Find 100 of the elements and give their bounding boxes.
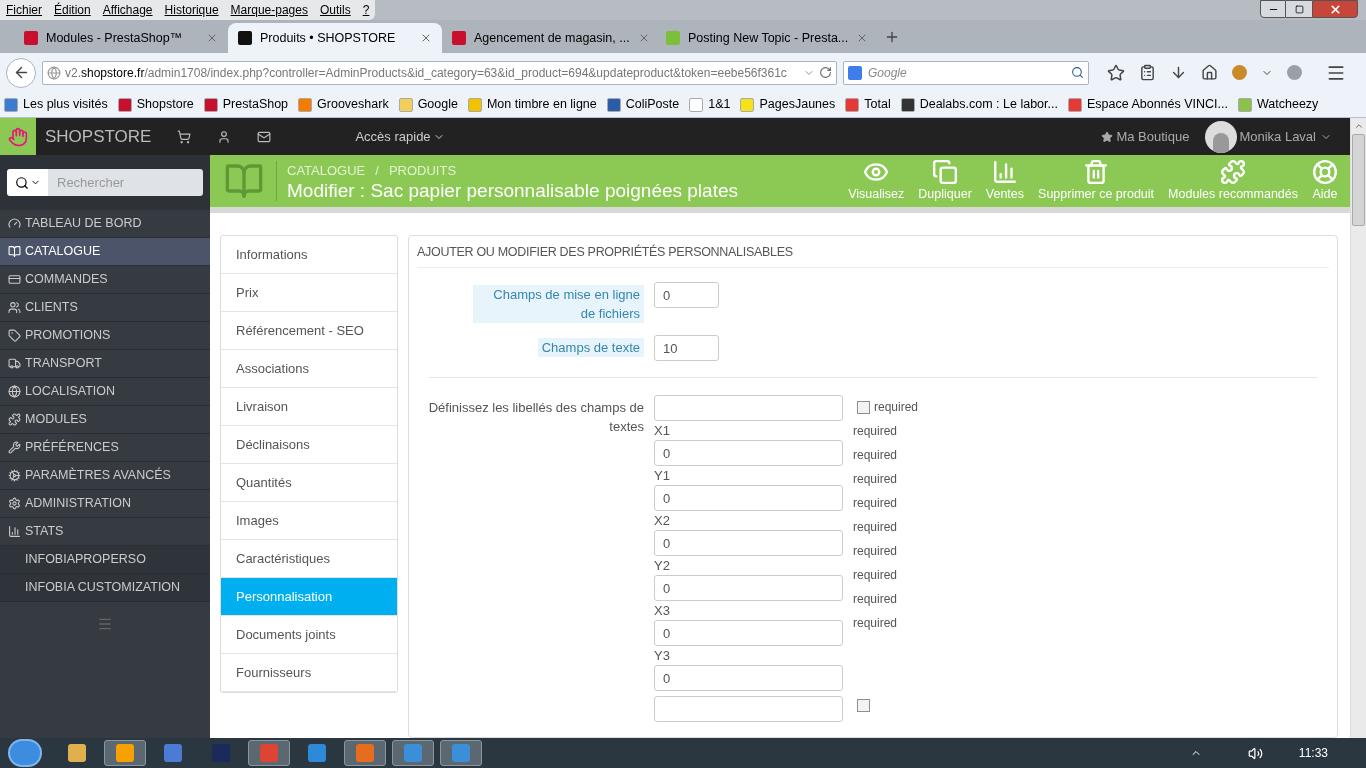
sidebar-item[interactable]: LOCALISATION [0, 378, 210, 406]
new-tab-icon[interactable] [884, 29, 900, 45]
clock[interactable]: 11:33 [1298, 744, 1328, 762]
sidebar-item[interactable]: PRÉFÉRENCES [0, 434, 210, 462]
gear-icon [8, 497, 21, 510]
search-field[interactable]: Google [843, 60, 1089, 85]
bookmark-link[interactable]: Grooveshark [317, 95, 389, 114]
product-tab[interactable]: Informations [221, 236, 397, 274]
number-field[interactable]: 10 [654, 335, 719, 361]
text-field[interactable]: 0 [654, 440, 843, 466]
menu-item[interactable]: Affichage [102, 1, 153, 19]
sidebar-item[interactable]: PROMOTIONS [0, 322, 210, 350]
product-tab[interactable]: Fournisseurs [221, 654, 397, 692]
product-tab[interactable]: Référencement - SEO [221, 312, 397, 350]
sidebar-item[interactable]: CATALOGUE [0, 238, 210, 266]
gauge-icon [8, 217, 21, 230]
sidebar-item[interactable]: INFOBIAPROPERSO [0, 546, 210, 574]
browser-tab[interactable]: Produits • SHOPSTORE [228, 23, 442, 53]
text-field[interactable] [654, 395, 843, 421]
home-icon[interactable] [1201, 64, 1218, 81]
sidebar-item[interactable]: COMMANDES [0, 266, 210, 294]
sidebar-item[interactable]: PARAMÈTRES AVANCÉS [0, 462, 210, 490]
scroll-thumb[interactable] [1352, 134, 1365, 226]
scroll-up-icon[interactable] [1353, 121, 1364, 131]
menu-item[interactable]: Édition [54, 1, 91, 19]
bookmark-link[interactable]: Dealabs.com : Le labor... [919, 95, 1058, 114]
bookmark-link[interactable]: Total [864, 95, 891, 114]
text-field[interactable]: 0 [654, 620, 843, 646]
bookmark-link[interactable]: PrestaShop [222, 95, 289, 114]
product-tab[interactable]: Déclinaisons [221, 426, 397, 464]
tag-icon [8, 329, 21, 342]
product-tab[interactable]: Documents joints [221, 616, 397, 654]
bookmark-star-icon[interactable] [1107, 63, 1125, 82]
download-icon[interactable] [1170, 64, 1187, 81]
breadcrumb-separator: / [375, 162, 379, 180]
user-icon[interactable] [217, 129, 232, 144]
text-field[interactable]: 0 [654, 530, 843, 556]
speaker-icon[interactable] [1247, 745, 1263, 761]
section-label: Définissez les libellés des champs de textes [428, 400, 644, 434]
close-button[interactable] [1312, 0, 1358, 18]
page-title: Modifier : Sac papier personnalisable poignées plates [287, 181, 738, 201]
back-button[interactable] [6, 57, 36, 88]
shop-link[interactable]: Ma Boutique [1101, 126, 1190, 147]
scrollbar[interactable] [1350, 118, 1366, 738]
site-icon [606, 97, 621, 112]
address-bar[interactable]: v2.shopstore.fr/admin1708/index.php?controller=AdminProducts&id_category=63&id_product=694&updateproduct&token=eebe56f361c [42, 60, 837, 85]
required-label: required [853, 519, 898, 536]
menu-item[interactable]: ? [362, 1, 370, 19]
brand-name[interactable]: SHOPSTORE [45, 123, 152, 150]
reload-icon[interactable] [819, 66, 832, 79]
globe-icon [8, 385, 21, 398]
bookmark-link[interactable]: Shopstore [136, 95, 194, 114]
sidebar-item[interactable]: CLIENTS [0, 294, 210, 322]
cart-icon[interactable] [177, 129, 192, 144]
url-text: v2.shopstore.fr/admin1708/index.php?controller=AdminProducts&id_category=63&id_product=694&updateproduct&token=eebe56f361c [65, 64, 787, 82]
logo-icon[interactable] [0, 118, 36, 155]
bookmark-link[interactable]: 1&1 [708, 95, 731, 114]
checkbox[interactable] [857, 400, 870, 414]
restore-button[interactable] [1286, 0, 1312, 18]
text-field[interactable] [654, 696, 843, 722]
sidebar-item[interactable]: INFOBIA CUSTOMIZATION [0, 574, 210, 602]
browser-tab[interactable]: Modules - PrestaShop™ [14, 23, 228, 53]
search-icon[interactable] [14, 175, 29, 190]
bookmark-link[interactable]: Google [417, 95, 458, 114]
browser-tab[interactable]: Agencement de magasin, ... [442, 23, 656, 53]
browser-tab[interactable]: Posting New Topic - Presta... [656, 23, 870, 53]
taskbar-app[interactable] [104, 740, 146, 766]
checkbox[interactable] [857, 698, 870, 712]
bookmark-link[interactable]: Mon timbre en ligne [486, 95, 597, 114]
quick-access-menu[interactable]: Accès rapide [355, 126, 445, 147]
text-field[interactable]: 0 [654, 665, 843, 691]
bookmark-link[interactable]: ColiPoste [625, 95, 680, 114]
sidebar-item[interactable]: TRANSPORT [0, 350, 210, 378]
minimize-button[interactable] [1260, 0, 1286, 18]
user-menu[interactable]: Monika Laval [1239, 126, 1332, 147]
menu-item[interactable]: Outils [319, 1, 351, 19]
number-field[interactable]: 0 [654, 282, 719, 308]
menu-item[interactable]: Fichier [6, 1, 42, 19]
product-tab[interactable]: Associations [221, 350, 397, 388]
menu-item[interactable]: Marque-pages [230, 1, 308, 19]
users-icon [8, 301, 21, 314]
product-tab[interactable]: Livraison [221, 388, 397, 426]
product-tab[interactable]: Images [221, 502, 397, 540]
product-tab[interactable]: Quantités [221, 464, 397, 502]
mail-icon[interactable] [257, 129, 272, 144]
bookmark-link[interactable]: PagesJaunes [759, 95, 836, 114]
start-button[interactable] [8, 739, 42, 767]
text-field[interactable]: 0 [654, 575, 843, 601]
close-tab-icon[interactable] [206, 32, 218, 44]
sidebar-item[interactable]: ADMINISTRATION [0, 490, 210, 518]
bookmark-link[interactable]: Les plus visités [23, 95, 108, 114]
bookmark-link[interactable]: Watcheezy [1257, 95, 1319, 114]
close-tab-icon[interactable] [420, 32, 432, 44]
site-icon [298, 97, 313, 112]
clipboard-icon[interactable] [1139, 64, 1156, 81]
bookmark-link[interactable]: Espace Abonnés VINCI... [1086, 95, 1228, 114]
menu-item[interactable]: Historique [164, 1, 219, 19]
sidebar-item[interactable]: MODULES [0, 406, 210, 434]
text-field[interactable]: 0 [654, 485, 843, 511]
product-tab[interactable]: Prix [221, 274, 397, 312]
